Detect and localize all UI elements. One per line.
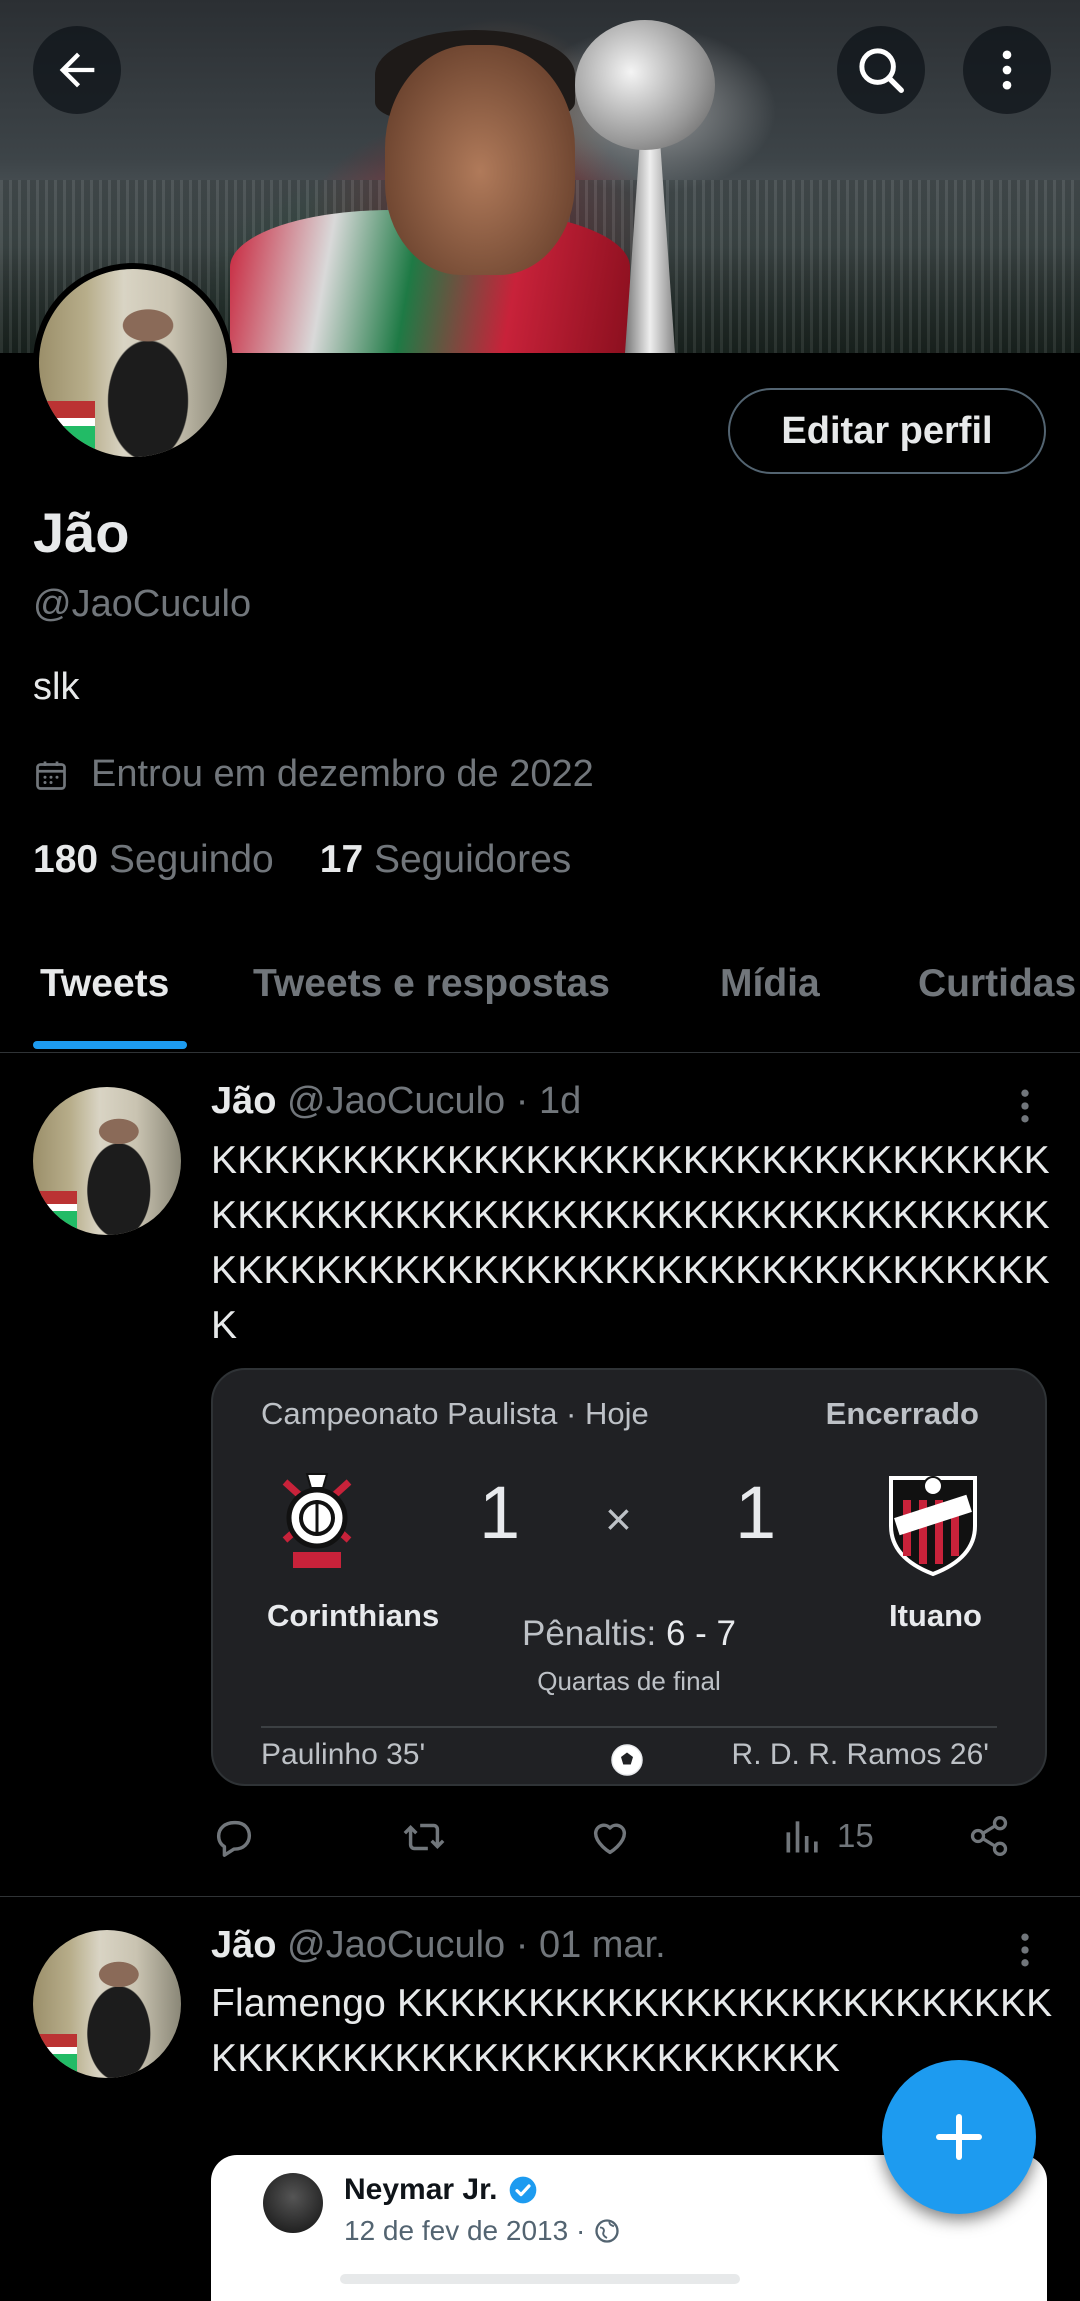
match-stage: Quartas de final — [537, 1666, 721, 1696]
tab-tweets-and-replies[interactable]: Tweets e respostas — [253, 962, 610, 1006]
penalties-score: 6 - 7 — [665, 1614, 737, 1653]
tweet-avatar[interactable] — [33, 1087, 181, 1235]
quoted-author-name: Neymar Jr. — [344, 2173, 498, 2206]
follow-stats: 180 Seguindo 17 Seguidores — [33, 838, 571, 882]
match-competition: Campeonato Paulista · Hoje — [261, 1396, 649, 1431]
compose-tweet-button[interactable] — [882, 2060, 1036, 2214]
tweet-text: KKKKKKKKKKKKKKKKKKKKKKKKKKKKKKKKKKKKKKKK… — [211, 1139, 1050, 1347]
tweet-meta: @JaoCuculo · 01 mar. — [287, 1924, 666, 1966]
tweet-header: Jão @JaoCuculo · 1d — [211, 1080, 581, 1123]
views-count: 15 — [837, 1817, 874, 1854]
followers-label: Seguidores — [373, 838, 572, 881]
tab-media[interactable]: Mídia — [720, 962, 820, 1006]
reply-icon — [216, 1820, 252, 1857]
calendar-icon — [36, 761, 66, 790]
tweet-more-icon[interactable] — [1010, 1928, 1040, 1972]
home-score: 1 — [479, 1471, 521, 1554]
views-button[interactable]: 15 — [781, 1814, 874, 1858]
tweet-author-name[interactable]: Jão — [211, 1080, 276, 1122]
corinthians-crest-icon — [282, 1473, 352, 1568]
home-indicator[interactable] — [340, 2274, 740, 2284]
joined-date: Entrou em dezembro de 2022 — [33, 753, 594, 796]
search-icon — [859, 48, 904, 93]
like-button[interactable] — [587, 1814, 633, 1860]
avatar-photo — [33, 1087, 181, 1235]
penalties: Pênaltis: 6 - 7 — [213, 1614, 1045, 1654]
views-chart-icon — [786, 1821, 818, 1853]
followers-count: 17 — [319, 838, 364, 881]
quoted-date: 12 de fev de 2013 · — [344, 2215, 621, 2247]
share-icon — [970, 1816, 1008, 1856]
match-status: Encerrado — [825, 1396, 979, 1431]
tweet-more-icon[interactable] — [1010, 1084, 1040, 1128]
away-scorer: R. D. R. Ramos 26' — [731, 1738, 989, 1771]
joined-text: Entrou em dezembro de 2022 — [91, 753, 594, 795]
following-label: Seguindo — [108, 838, 274, 881]
retweet-icon — [403, 1823, 445, 1851]
plus-icon — [936, 2114, 982, 2160]
back-button[interactable] — [33, 26, 121, 114]
heart-icon — [593, 1823, 627, 1855]
home-scorer: Paulinho 35' — [261, 1738, 426, 1771]
avatar-photo — [39, 269, 227, 457]
profile-handle: @JaoCuculo — [33, 583, 252, 625]
quoted-avatar — [263, 2173, 323, 2233]
share-button[interactable] — [967, 1814, 1011, 1858]
arrow-left-icon — [59, 52, 95, 88]
profile-tabs: Tweets Tweets e respostas Mídia Curtidas — [0, 950, 1080, 1053]
quoted-author: Neymar Jr. — [344, 2173, 539, 2207]
tweet-avatar[interactable] — [33, 1930, 181, 2078]
active-tab-indicator — [33, 1041, 187, 1049]
score-separator: × — [605, 1493, 632, 1545]
quoted-date-text: 12 de fev de 2013 · — [344, 2215, 586, 2246]
globe-icon — [595, 2219, 619, 2243]
avatar-photo — [33, 1930, 181, 2078]
search-button[interactable] — [837, 26, 925, 114]
match-card[interactable]: Campeonato Paulista · Hoje Encerrado Cor… — [211, 1368, 1047, 1786]
tweet-meta: @JaoCuculo · 1d — [287, 1080, 582, 1122]
banner-trophy — [575, 20, 715, 150]
away-score: 1 — [735, 1471, 777, 1554]
banner-trophy-stem — [625, 140, 675, 353]
tweet-divider — [0, 1896, 1080, 1897]
verified-badge-icon — [510, 2176, 537, 2204]
tweet-actions: 15 — [211, 1814, 1031, 1870]
penalties-label: Pênaltis: — [521, 1614, 657, 1653]
profile-bio: slk — [33, 666, 80, 708]
match-divider — [261, 1726, 997, 1728]
more-options-button[interactable] — [963, 26, 1051, 114]
tweet-author-name[interactable]: Jão — [211, 1924, 276, 1966]
edit-profile-button[interactable]: Editar perfil — [728, 388, 1046, 474]
tab-likes[interactable]: Curtidas — [918, 962, 1076, 1006]
tab-tweets[interactable]: Tweets — [40, 962, 169, 1006]
retweet-button[interactable] — [399, 1814, 449, 1860]
profile-name: Jão — [33, 501, 130, 564]
followers-link[interactable]: 17 Seguidores — [320, 838, 572, 882]
following-link[interactable]: 180 Seguindo — [33, 838, 274, 882]
reply-button[interactable] — [211, 1814, 257, 1860]
banner-face — [385, 45, 575, 275]
tweet-header: Jão @JaoCuculo · 01 mar. — [211, 1924, 666, 1967]
following-count: 180 — [33, 838, 99, 881]
soccer-ball-icon — [611, 1744, 643, 1776]
more-vertical-icon — [1002, 50, 1012, 90]
ituano-crest-icon — [889, 1476, 977, 1577]
profile-avatar[interactable] — [33, 263, 233, 463]
